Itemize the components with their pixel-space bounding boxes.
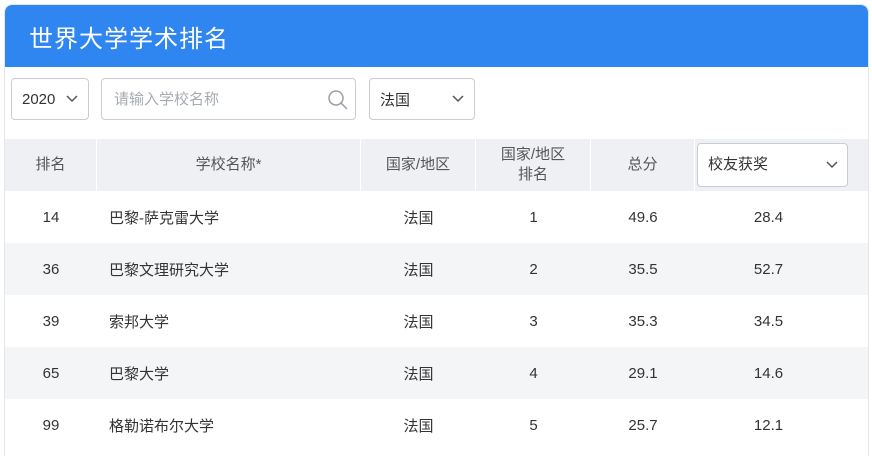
cell-country-rank: 4 (529, 364, 538, 382)
cell-school[interactable]: 索邦大学 (97, 295, 361, 347)
cell-country: 法国 (403, 417, 434, 435)
cell-country-rank: 3 (529, 312, 538, 330)
header-country: 国家/地区 (361, 139, 476, 191)
search-input[interactable] (102, 79, 324, 119)
search-icon[interactable] (327, 89, 349, 111)
table-header: 排名 学校名称* 国家/地区 国家/地区 排名 总分 校友获奖 (5, 139, 868, 191)
table-row: 65 巴黎大学 法国 4 29.1 14.6 (5, 347, 868, 399)
cell-total: 35.5 (628, 260, 658, 278)
cell-rank: 36 (42, 260, 60, 278)
cell-total: 29.1 (628, 364, 658, 382)
cell-indicator: 14.6 (753, 364, 784, 382)
cell-indicator: 12.1 (753, 416, 784, 434)
cell-school[interactable]: 巴黎文理研究大学 (97, 243, 361, 295)
header-indicator: 校友获奖 (695, 139, 868, 191)
header-country-rank: 国家/地区 排名 (476, 139, 591, 191)
header-bar: 世界大学学术排名 (5, 5, 868, 67)
table-row: 39 索邦大学 法国 3 35.3 34.5 (5, 295, 868, 347)
page-title: 世界大学学术排名 (29, 25, 229, 53)
cell-school[interactable]: 巴黎大学 (97, 347, 361, 399)
year-select-value: 2020 (22, 90, 56, 108)
cell-indicator: 34.5 (753, 312, 784, 330)
cell-total: 49.6 (628, 208, 658, 226)
table-row: 36 巴黎文理研究大学 法国 2 35.5 52.7 (5, 243, 868, 295)
cell-country: 法国 (403, 209, 434, 227)
header-country-rank-line2: 排名 (517, 166, 548, 183)
header-country-rank-line1: 国家/地区 (500, 146, 566, 163)
cell-rank: 65 (42, 364, 60, 382)
cell-total: 25.7 (628, 416, 658, 434)
ranking-panel: 世界大学学术排名 2020 法国 排名 学校名称* 国家/地区 国家 (4, 4, 869, 456)
year-select[interactable]: 2020 (11, 78, 89, 120)
cell-country: 法国 (403, 365, 434, 383)
cell-school[interactable]: 巴黎-萨克雷大学 (97, 191, 361, 243)
cell-rank: 39 (42, 312, 60, 330)
cell-country-rank: 1 (529, 208, 538, 226)
cell-country-rank: 5 (529, 416, 538, 434)
country-select-value: 法国 (380, 91, 411, 109)
chevron-down-icon (825, 158, 839, 172)
indicator-select[interactable]: 校友获奖 (697, 143, 848, 187)
school-search (101, 78, 356, 120)
table-row: 99 格勒诺布尔大学 法国 5 25.7 12.1 (5, 399, 868, 451)
table-row: 14 巴黎-萨克雷大学 法国 1 49.6 28.4 (5, 191, 868, 243)
cell-country: 法国 (403, 313, 434, 331)
country-select[interactable]: 法国 (369, 78, 475, 120)
cell-indicator: 28.4 (753, 208, 784, 226)
cell-total: 35.3 (628, 312, 658, 330)
indicator-select-value: 校友获奖 (708, 156, 769, 173)
table-body: 14 巴黎-萨克雷大学 法国 1 49.6 28.4 36 巴黎文理研究大学 法… (5, 191, 868, 451)
chevron-down-icon (65, 92, 79, 106)
header-rank: 排名 (5, 139, 97, 191)
cell-rank: 14 (42, 208, 60, 226)
header-school: 学校名称* (97, 139, 361, 191)
cell-country-rank: 2 (529, 260, 538, 278)
filter-toolbar: 2020 法国 (5, 67, 868, 139)
chevron-down-icon (451, 92, 465, 106)
cell-rank: 99 (42, 416, 60, 434)
cell-country: 法国 (403, 261, 434, 279)
header-total: 总分 (591, 139, 695, 191)
cell-school[interactable]: 格勒诺布尔大学 (97, 399, 361, 451)
cell-indicator: 52.7 (753, 260, 784, 278)
